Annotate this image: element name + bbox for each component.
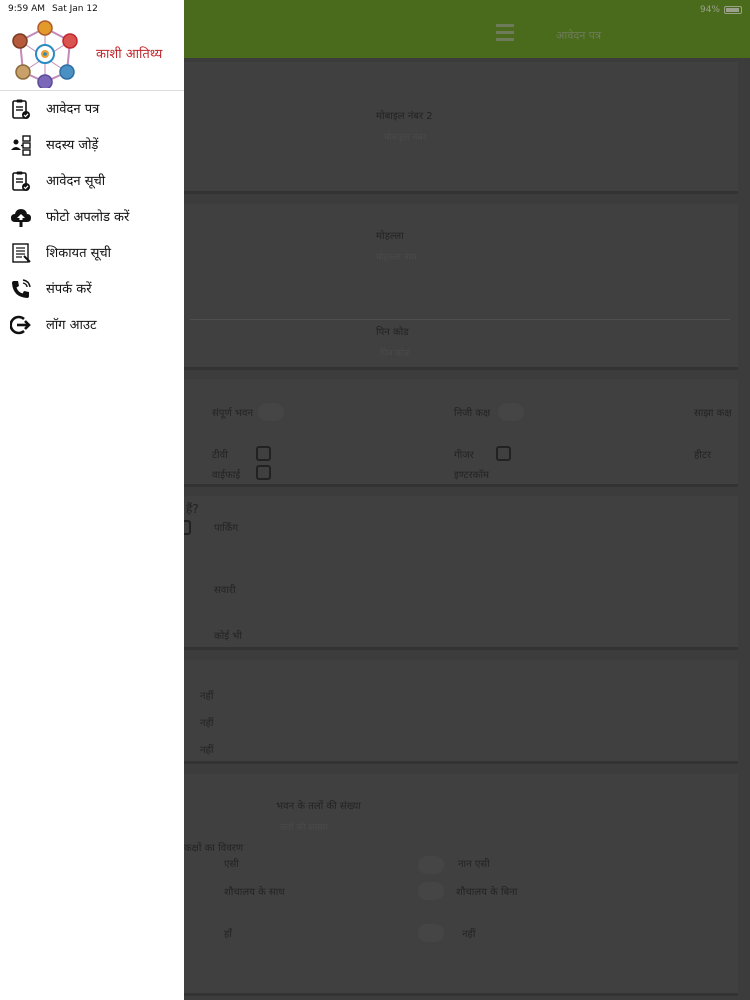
no-radio[interactable]: [418, 924, 444, 942]
add-member-icon: [11, 135, 31, 156]
amenity-wifi-checkbox[interactable]: [256, 465, 271, 480]
option-ride: सवारी: [214, 585, 236, 596]
non-ac-label: नान एसी: [458, 859, 490, 870]
menu-item-contact[interactable]: संपर्क करें: [0, 272, 184, 308]
amenity-tv: टीवी: [212, 450, 228, 461]
drawer-menu: आवेदन पत्र सदस्य जोड़ें आवेदन सूची फोटो …: [0, 92, 184, 344]
menu-label: सदस्य जोड़ें: [46, 138, 99, 153]
option-parking: पार्किंग: [214, 523, 239, 534]
header-title: आवेदन पत्र: [556, 29, 602, 42]
logout-icon: [10, 315, 31, 335]
phone-icon: [12, 279, 31, 298]
list-icon[interactable]: [490, 24, 514, 46]
room-type-3: साझा कक्ष: [694, 408, 732, 419]
menu-item-application-list[interactable]: आवेदन सूची: [0, 164, 184, 200]
status-bar: 9:59 AM Sat Jan 12: [0, 0, 184, 18]
room-type-2-radio[interactable]: [498, 403, 524, 421]
battery-percent: 94%: [699, 5, 720, 15]
battery-icon: [724, 6, 742, 14]
yes-label: हाँ: [224, 929, 232, 940]
pincode-label: पिन कोड: [376, 327, 409, 338]
menu-label: फोटो अपलोड करें: [46, 210, 130, 225]
clipboard-list-icon: [12, 171, 30, 191]
amenity-wifi: वाईफाई: [212, 470, 241, 481]
menu-item-add-member[interactable]: सदस्य जोड़ें: [0, 128, 184, 164]
rooms-detail-label: कक्षों का विवरण: [184, 843, 244, 854]
amenity-geyser-checkbox[interactable]: [496, 446, 511, 461]
room-type-1: संपूर्ण भवन: [212, 408, 253, 419]
kashi-logo-icon: [12, 20, 78, 88]
non-ac-radio[interactable]: [418, 856, 444, 874]
floors-label: भवन के तलों की संख्या: [276, 801, 361, 812]
amenity-geyser: गीजर: [454, 450, 474, 461]
with-toilet-label: शौचालय के साथ: [224, 887, 285, 898]
divider: [190, 319, 730, 320]
clipboard-check-icon: [12, 99, 30, 119]
no-label: नहीं: [462, 929, 476, 940]
menu-label: शिकायत सूची: [46, 246, 112, 261]
mohalla-label: मोहल्ला: [376, 231, 404, 242]
mohalla-input[interactable]: मोहल्ला नाम: [376, 250, 417, 263]
without-toilet-radio[interactable]: [418, 882, 444, 900]
mobile2-label: मोबाइल नंबर 2: [376, 111, 433, 122]
brand-name: काशी आतिथ्य: [96, 47, 163, 62]
cloud-upload-icon: [11, 209, 31, 227]
question-tail: हैं?: [186, 502, 199, 516]
menu-label: आवेदन पत्र: [46, 102, 100, 117]
menu-item-photo-upload[interactable]: फोटो अपलोड करें: [0, 200, 184, 236]
mobile2-input[interactable]: मोबाइल नंबर: [384, 130, 426, 143]
without-toilet-label: शौचालय के बिना: [456, 887, 518, 898]
amenity-tv-checkbox[interactable]: [256, 446, 271, 461]
menu-item-application-form[interactable]: आवेदन पत्र: [0, 92, 184, 128]
room-type-2: निजी कक्ष: [454, 408, 491, 419]
status-date: Sat Jan 12: [52, 4, 98, 14]
status-time: 9:59 AM: [8, 4, 45, 14]
no-option-3: नहीं: [200, 745, 214, 756]
drawer-header: काशी आतिथ्य: [0, 18, 184, 91]
navigation-drawer: 9:59 AM Sat Jan 12 काशी आतिथ्य आवेदन पत्…: [0, 0, 184, 1000]
no-option-1: नहीं: [200, 691, 214, 702]
amenity-heater: हीटर: [694, 450, 712, 461]
menu-label: लॉग आउट: [46, 318, 97, 333]
no-option-2: नहीं: [200, 718, 214, 729]
document-list-icon: [12, 243, 31, 263]
pincode-input[interactable]: पिन कोड: [380, 346, 409, 359]
menu-label: संपर्क करें: [46, 282, 92, 297]
menu-item-complaint-list[interactable]: शिकायत सूची: [0, 236, 184, 272]
room-type-1-radio[interactable]: [258, 403, 284, 421]
floors-input[interactable]: तलों की संख्या: [280, 820, 327, 833]
menu-item-logout[interactable]: लॉग आउट: [0, 308, 184, 344]
amenity-intercom: इण्टरकॉम: [454, 470, 489, 481]
menu-label: आवेदन सूची: [46, 174, 106, 189]
option-any: कोई भी: [214, 631, 242, 642]
ac-label: एसी: [224, 859, 239, 870]
